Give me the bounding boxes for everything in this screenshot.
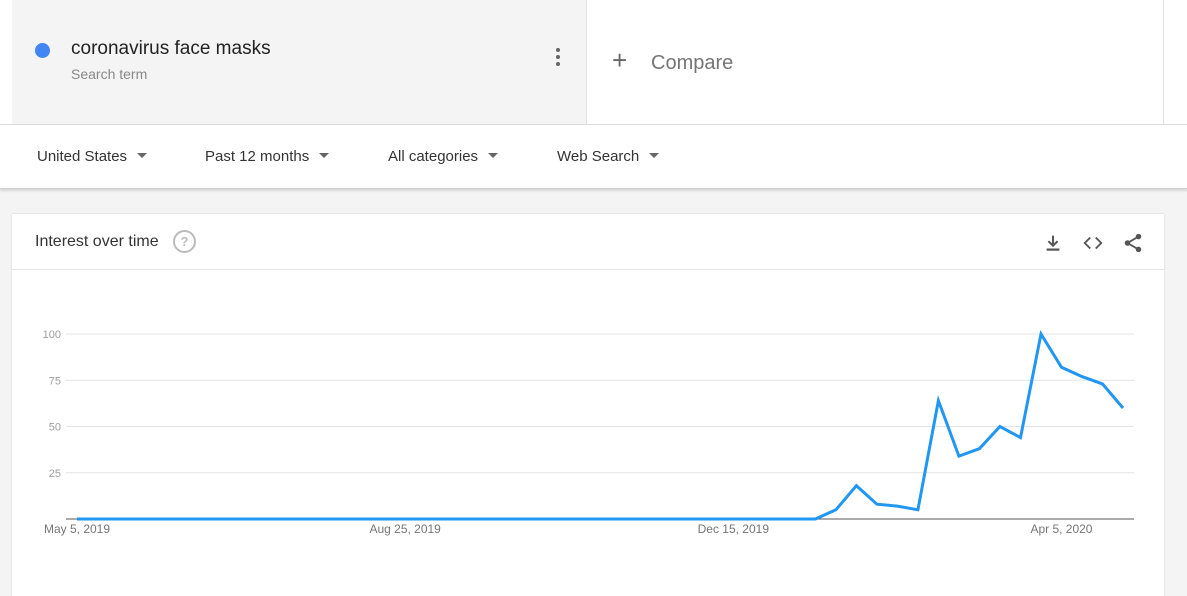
data-point[interactable]	[361, 516, 367, 522]
term-bar: coronavirus face masks Search term + Com…	[0, 0, 1187, 125]
data-point[interactable]	[812, 516, 818, 522]
data-point[interactable]	[525, 516, 531, 522]
filter-bar: United States Past 12 months All categor…	[0, 125, 1187, 189]
data-point[interactable]	[546, 516, 552, 522]
plus-icon: +	[612, 45, 628, 75]
data-point[interactable]	[894, 503, 900, 509]
x-tick-label: Apr 5, 2020	[1030, 522, 1092, 536]
data-point[interactable]	[341, 516, 347, 522]
data-point[interactable]	[751, 516, 757, 522]
data-point[interactable]	[443, 516, 449, 522]
y-tick-label: 75	[49, 375, 61, 387]
data-point[interactable]	[402, 516, 408, 522]
data-point[interactable]	[300, 516, 306, 522]
data-point[interactable]	[792, 516, 798, 522]
filter-region[interactable]: United States	[37, 148, 148, 165]
filter-time-range-label: Past 12 months	[205, 148, 310, 165]
data-point[interactable]	[956, 453, 962, 459]
data-point[interactable]	[279, 516, 285, 522]
caret-down-icon	[649, 152, 660, 158]
data-point[interactable]	[95, 516, 101, 522]
y-tick-label: 25	[49, 468, 61, 480]
search-term-name[interactable]: coronavirus face masks	[71, 38, 271, 60]
data-point[interactable]	[1038, 331, 1044, 337]
data-point[interactable]	[1058, 364, 1064, 370]
data-point[interactable]	[976, 446, 982, 452]
data-point[interactable]	[115, 516, 121, 522]
data-point[interactable]	[648, 516, 654, 522]
data-point[interactable]	[874, 501, 880, 507]
data-point[interactable]	[423, 516, 429, 522]
data-point[interactable]	[1079, 374, 1085, 380]
filter-search-type[interactable]: Web Search	[557, 148, 660, 165]
data-point[interactable]	[628, 516, 634, 522]
data-point[interactable]	[197, 516, 203, 522]
data-point[interactable]	[710, 516, 716, 522]
data-point[interactable]	[259, 516, 265, 522]
x-tick-label: Aug 25, 2019	[369, 522, 441, 536]
data-point[interactable]	[771, 516, 777, 522]
interest-chart: 25 50 75 100 May 5, 2019 Aug 25, 2019 Dec 15,…	[43, 329, 1134, 536]
data-point[interactable]	[505, 516, 511, 522]
data-point[interactable]	[853, 483, 859, 489]
filter-region-label: United States	[37, 148, 128, 165]
compare-button[interactable]: + Compare	[588, 0, 1164, 124]
data-point[interactable]	[218, 516, 224, 522]
data-point[interactable]	[997, 424, 1003, 430]
search-term-card[interactable]: coronavirus face masks Search term	[12, 0, 587, 124]
data-point[interactable]	[587, 516, 593, 522]
more-vert-icon[interactable]	[550, 48, 560, 72]
y-tick-label: 100	[43, 329, 61, 341]
caret-down-icon	[319, 152, 330, 158]
data-point[interactable]	[935, 398, 941, 404]
data-point[interactable]	[320, 516, 326, 522]
filter-time-range[interactable]: Past 12 months	[205, 148, 330, 165]
data-point[interactable]	[484, 516, 490, 522]
caret-down-icon	[137, 152, 148, 158]
data-point[interactable]	[669, 516, 675, 522]
data-point[interactable]	[464, 516, 470, 522]
data-point[interactable]	[382, 516, 388, 522]
data-point[interactable]	[833, 507, 839, 513]
search-term-sublabel: Search term	[71, 66, 148, 82]
data-point[interactable]	[1120, 405, 1126, 411]
data-point[interactable]	[177, 516, 183, 522]
data-point[interactable]	[607, 516, 613, 522]
term-color-dot	[35, 43, 50, 58]
data-point[interactable]	[238, 516, 244, 522]
compare-label: Compare	[651, 52, 734, 74]
data-point[interactable]	[136, 516, 142, 522]
data-point[interactable]	[156, 516, 162, 522]
data-point[interactable]	[689, 516, 695, 522]
x-tick-label: May 5, 2019	[44, 522, 110, 536]
data-point[interactable]	[74, 516, 80, 522]
filter-search-type-label: Web Search	[557, 148, 640, 165]
filter-category-label: All categories	[388, 148, 479, 165]
data-point[interactable]	[1099, 381, 1105, 387]
x-tick-label: Dec 15, 2019	[698, 522, 770, 536]
caret-down-icon	[488, 152, 499, 158]
y-tick-label: 50	[49, 422, 61, 434]
data-point[interactable]	[1017, 435, 1023, 441]
data-point[interactable]	[915, 507, 921, 513]
filter-category[interactable]: All categories	[388, 148, 499, 165]
interest-over-time-card: Interest over time ? 25 50 75 100 May 5, 20…	[12, 214, 1164, 596]
data-point[interactable]	[730, 516, 736, 522]
data-point[interactable]	[566, 516, 572, 522]
